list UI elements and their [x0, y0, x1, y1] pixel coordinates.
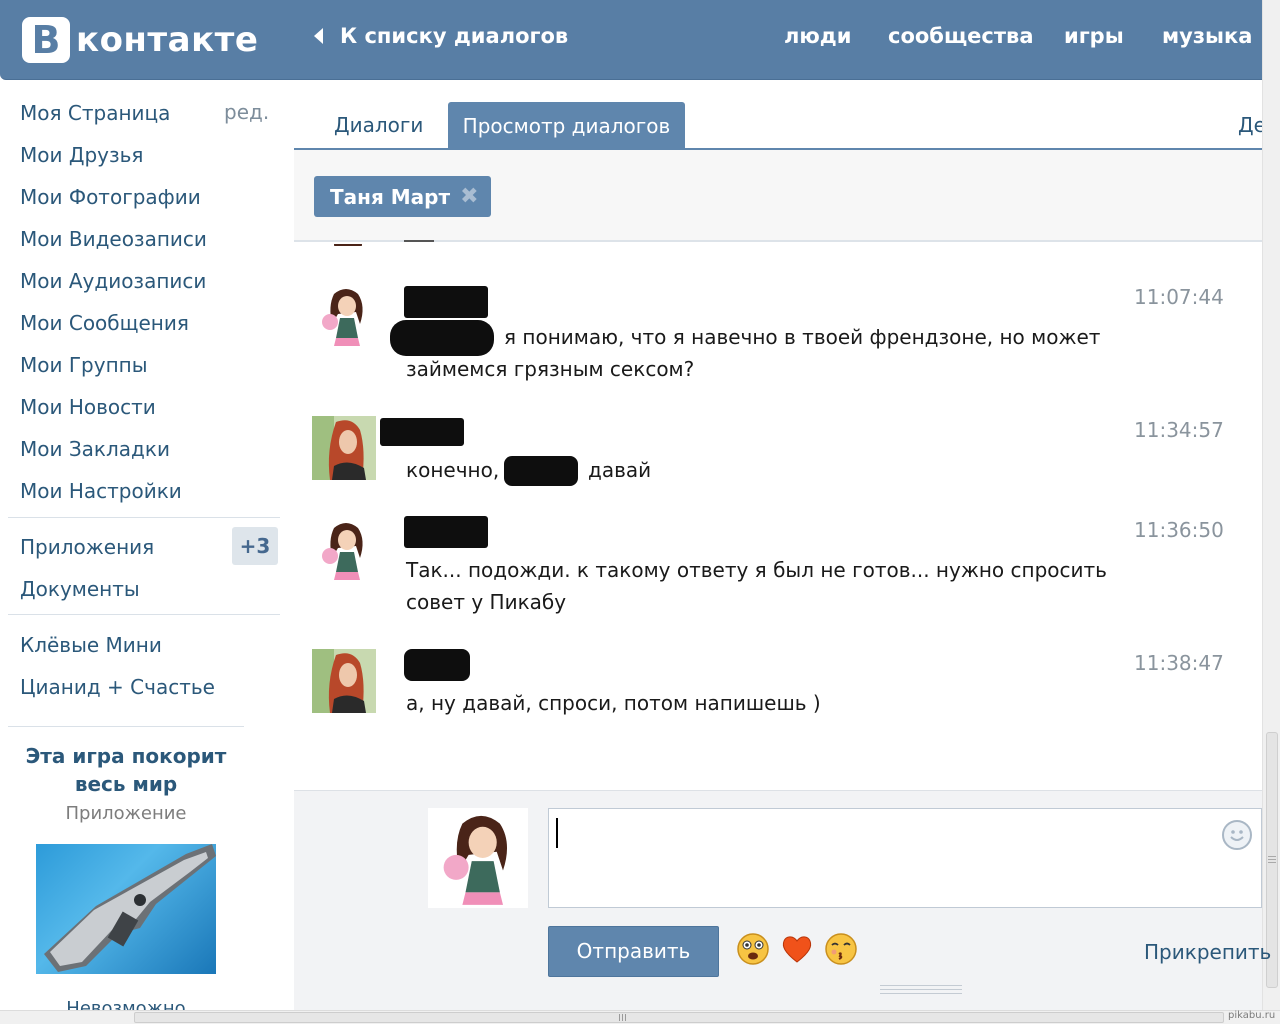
- smile-icon[interactable]: [1222, 820, 1252, 850]
- message-time: 11:34:57: [1134, 418, 1224, 442]
- redacted-text: [390, 320, 494, 356]
- rifle-icon: [44, 844, 216, 972]
- tab-dialogs[interactable]: Диалоги: [334, 113, 423, 137]
- nav-communities[interactable]: сообщества: [888, 24, 1034, 48]
- ad-subtitle: Приложение: [65, 803, 187, 824]
- my-avatar[interactable]: [428, 808, 528, 908]
- participant-chip[interactable]: Таня Март ✖: [314, 176, 491, 217]
- sidebar-item-messages[interactable]: Мои Сообщения: [20, 311, 189, 335]
- heart-emoji-icon[interactable]: [780, 932, 814, 966]
- cut-off-message: [404, 238, 440, 246]
- tab-view-dialogs[interactable]: Просмотр диалогов: [448, 102, 685, 150]
- scroll-grip-line: [1268, 862, 1276, 863]
- resize-grip-line[interactable]: [880, 993, 962, 994]
- message-text: Так... подожди. к такому ответу я был не…: [406, 558, 1107, 582]
- back-arrow-icon: [314, 28, 323, 44]
- edit-link[interactable]: ред.: [224, 100, 269, 124]
- redacted-name: [380, 418, 464, 446]
- sidebar-item-my-page[interactable]: Моя Страница: [20, 101, 170, 125]
- attach-link[interactable]: Прикрепить: [1144, 940, 1271, 964]
- cartoon-girl-avatar: [312, 518, 376, 582]
- nav-people[interactable]: люди: [784, 24, 851, 48]
- sidebar-item-group-2[interactable]: Цианид + Счастье: [20, 675, 215, 699]
- redacted-name: [404, 649, 470, 681]
- message-text: я понимаю, что я навечно в твоей френдзо…: [504, 325, 1101, 349]
- ad-title[interactable]: Эта игра покорит весь мир: [8, 742, 244, 798]
- back-to-dialogs-link[interactable]: К списку диалогов: [314, 24, 568, 48]
- ad-game-image[interactable]: [36, 844, 216, 974]
- avatar[interactable]: [312, 416, 376, 480]
- tab-truncated[interactable]: Де: [1238, 113, 1262, 137]
- sidebar-item-groups[interactable]: Мои Группы: [20, 353, 148, 377]
- cartoon-girl-avatar: [428, 808, 528, 908]
- sidebar-divider: [8, 614, 280, 615]
- vk-logo[interactable]: В контакте: [22, 16, 258, 64]
- avatar[interactable]: [312, 284, 376, 348]
- sidebar-divider: [8, 517, 280, 518]
- sidebar-item-news[interactable]: Мои Новости: [20, 395, 156, 419]
- text-caret: [556, 818, 558, 848]
- sidebar-item-documents[interactable]: Документы: [20, 577, 140, 601]
- kissing-emoji-icon[interactable]: [824, 932, 858, 966]
- photo-avatar: [312, 649, 376, 713]
- resize-grip-line[interactable]: [880, 989, 962, 990]
- sidebar-item-videos[interactable]: Мои Видеозаписи: [20, 227, 207, 251]
- message-text: займемся грязным сексом?: [406, 357, 695, 381]
- redacted-name: [404, 286, 488, 318]
- sidebar-item-settings[interactable]: Мои Настройки: [20, 479, 182, 503]
- sidebar-item-audio[interactable]: Мои Аудиозаписи: [20, 269, 206, 293]
- avatar[interactable]: [312, 649, 376, 713]
- redacted-text: [504, 456, 578, 486]
- shocked-emoji-icon[interactable]: [736, 932, 770, 966]
- smile-face-icon: [1230, 830, 1244, 841]
- message-time: 11:36:50: [1134, 518, 1224, 542]
- message-time: 11:38:47: [1134, 651, 1224, 675]
- back-link-label: К списку диалогов: [340, 24, 569, 48]
- watermark: pikabu.ru: [1228, 1010, 1276, 1021]
- sidebar-item-friends[interactable]: Мои Друзья: [20, 143, 143, 167]
- horizontal-scroll-thumb[interactable]: [134, 1012, 1224, 1023]
- nav-music[interactable]: музыка: [1162, 24, 1252, 48]
- message-text: давай: [588, 458, 652, 482]
- message-text: конечно,: [406, 458, 500, 482]
- participant-name: Таня Март: [330, 184, 451, 209]
- cartoon-girl-avatar: [312, 284, 376, 348]
- sidebar-item-apps[interactable]: Приложения: [20, 535, 154, 559]
- scroll-grip-line: [1268, 856, 1276, 857]
- scroll-grip-line: [1268, 859, 1276, 860]
- photo-avatar: [312, 416, 376, 480]
- message-text: совет у Пикабу: [406, 590, 567, 614]
- apps-count-badge[interactable]: +3: [232, 527, 278, 565]
- logo-badge: В: [22, 17, 70, 63]
- redacted-name: [404, 516, 488, 548]
- sidebar-item-bookmarks[interactable]: Мои Закладки: [20, 437, 170, 461]
- sidebar-item-group-1[interactable]: Клёвые Мини: [20, 633, 162, 657]
- nav-games[interactable]: игры: [1064, 24, 1124, 48]
- logo-text: контакте: [76, 20, 259, 60]
- avatar[interactable]: [312, 518, 376, 582]
- scroll-grip-line: [622, 1014, 623, 1021]
- cut-text-fragment: [404, 238, 434, 242]
- tabs-bar: [294, 100, 1262, 150]
- message-text: а, ну давай, спроси, потом напишешь ): [406, 691, 821, 715]
- resize-grip-line[interactable]: [880, 985, 962, 986]
- send-button[interactable]: Отправить: [548, 926, 719, 977]
- message-input[interactable]: [548, 808, 1262, 908]
- message-time: 11:07:44: [1134, 285, 1224, 309]
- sidebar-item-photos[interactable]: Мои Фотографии: [20, 185, 201, 209]
- scroll-grip-line: [619, 1014, 620, 1021]
- remove-chip-icon[interactable]: ✖: [460, 184, 478, 209]
- sidebar-divider: [8, 726, 244, 727]
- ad-caption: Невозможно: [66, 998, 186, 1010]
- scroll-grip-line: [625, 1014, 626, 1021]
